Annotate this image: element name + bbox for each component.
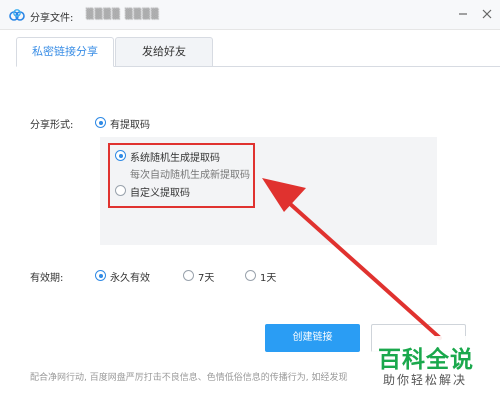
validity-7days-label: 7天 bbox=[198, 273, 215, 284]
validity-permanent-label: 永久有效 bbox=[110, 273, 150, 284]
create-link-button[interactable]: 创建链接 bbox=[265, 324, 360, 352]
watermark-title: 百科全说 bbox=[378, 347, 474, 373]
validity-1day-label: 1天 bbox=[260, 273, 277, 284]
title-bar: 分享文件: ▒▒▒▒ ▒▒▒▒ bbox=[0, 0, 500, 30]
random-code-radio[interactable] bbox=[115, 150, 126, 161]
custom-code-label: 自定义提取码 bbox=[130, 188, 190, 199]
minimize-icon[interactable] bbox=[452, 3, 474, 25]
cloud-logo-icon bbox=[9, 9, 25, 21]
extraction-code-radio[interactable] bbox=[95, 117, 106, 128]
share-form-label: 分享形式: bbox=[30, 120, 74, 131]
validity-1day-radio[interactable] bbox=[245, 270, 256, 281]
validity-7days-radio[interactable] bbox=[183, 270, 194, 281]
random-code-label: 系统随机生成提取码 bbox=[130, 153, 220, 164]
window-title-label: 分享文件: bbox=[30, 13, 74, 24]
tab-private-link[interactable]: 私密链接分享 bbox=[16, 37, 114, 67]
validity-permanent-radio[interactable] bbox=[95, 270, 106, 281]
window-file-name: ▒▒▒▒ ▒▒▒▒ bbox=[86, 9, 160, 20]
close-icon[interactable] bbox=[476, 3, 498, 25]
watermark-subtitle: 助你轻松解决 bbox=[383, 373, 468, 387]
custom-code-radio[interactable] bbox=[115, 185, 126, 196]
tab-send-to-friend[interactable]: 发给好友 bbox=[115, 37, 213, 67]
extraction-code-option-label: 有提取码 bbox=[110, 120, 150, 131]
policy-notice: 配合净网行动, 百度网盘严厉打击不良信息、色情低俗信息的传播行为, 如经发现 bbox=[30, 373, 348, 383]
random-code-desc: 每次自动随机生成新提取码 bbox=[130, 170, 250, 181]
validity-label: 有效期: bbox=[30, 273, 64, 284]
